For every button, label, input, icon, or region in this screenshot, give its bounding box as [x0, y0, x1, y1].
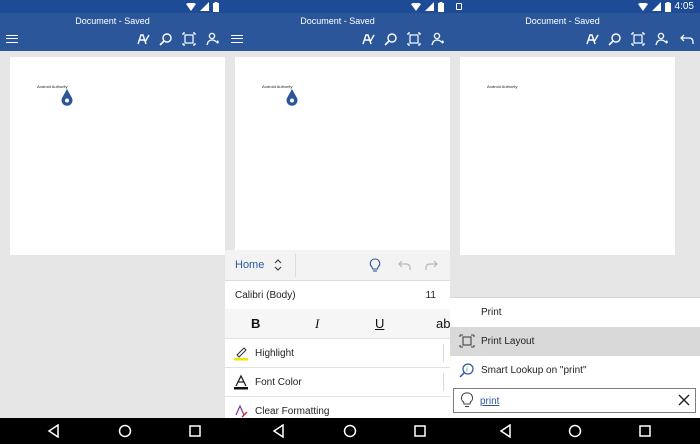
font-color-icon — [234, 374, 248, 390]
search-icon[interactable] — [158, 31, 174, 47]
edit-icon[interactable] — [360, 31, 376, 47]
wifi-icon — [186, 2, 196, 11]
edit-icon[interactable] — [584, 31, 600, 47]
notification-icon — [456, 3, 462, 10]
recents-icon[interactable] — [413, 424, 427, 438]
highlight-option[interactable]: Highlight — [225, 338, 450, 367]
layout-icon[interactable] — [406, 31, 422, 47]
document-page[interactable]: Android Authority — [235, 57, 450, 255]
signal-icon — [651, 2, 661, 11]
share-icon[interactable] — [205, 31, 221, 47]
document-title: Document - Saved — [525, 16, 600, 26]
clear-formatting-option[interactable]: Clear Formatting — [225, 396, 450, 418]
screen-3: 4:05 Document - Saved Android Authority … — [450, 0, 700, 418]
print-layout-icon — [459, 334, 475, 348]
bold-button[interactable]: B — [251, 316, 260, 331]
divider — [443, 344, 444, 362]
wifi-icon — [411, 2, 421, 11]
status-icons: 4:05 — [637, 1, 694, 12]
result-print-label: Print — [481, 307, 502, 318]
chevron-updown-icon[interactable] — [273, 258, 283, 272]
document-title: Document - Saved — [300, 16, 375, 26]
highlight-label: Highlight — [255, 348, 294, 359]
result-smart-lookup-label: Smart Lookup on "print" — [481, 365, 587, 376]
tell-me-input[interactable] — [480, 393, 640, 409]
share-icon[interactable] — [430, 31, 446, 47]
battery-icon — [438, 1, 444, 12]
font-row[interactable]: Calibri (Body) 11 — [225, 281, 450, 309]
home-icon[interactable] — [343, 424, 357, 438]
document-page[interactable]: Android Authority — [460, 57, 675, 255]
status-icons — [186, 1, 219, 12]
edit-icon[interactable] — [135, 31, 151, 47]
result-print[interactable]: Print — [450, 298, 700, 327]
signal-icon — [200, 2, 209, 11]
format-buttons-row: B I U ab — [225, 309, 450, 338]
clear-formatting-icon — [235, 404, 248, 418]
menu-icon[interactable] — [231, 35, 243, 43]
search-icon[interactable] — [383, 31, 399, 47]
result-smart-lookup[interactable]: i Smart Lookup on "print" — [450, 356, 700, 385]
android-nav-bar — [0, 418, 700, 444]
recents-icon[interactable] — [188, 424, 202, 438]
cursor-handle-icon[interactable] — [61, 89, 73, 107]
result-print-layout-label: Print Layout — [481, 336, 535, 347]
back-icon[interactable] — [499, 424, 513, 438]
status-icons — [411, 1, 444, 12]
font-color-label: Font Color — [255, 377, 302, 388]
close-icon[interactable] — [678, 394, 690, 406]
app-header: Document - Saved — [225, 13, 450, 51]
ribbon-tab-selector[interactable]: Home — [235, 259, 264, 271]
search-icon[interactable] — [607, 31, 623, 47]
layout-icon[interactable] — [181, 31, 197, 47]
home-icon[interactable] — [118, 424, 132, 438]
app-header: Document - Saved — [450, 13, 700, 51]
ribbon-header: Home — [225, 250, 450, 281]
italic-button[interactable]: I — [315, 316, 319, 332]
tell-me-search-box — [453, 388, 696, 413]
status-time: 4:05 — [674, 1, 694, 12]
result-print-layout[interactable]: Print Layout — [450, 327, 700, 356]
screen-1: Document - Saved Android Authority — [0, 0, 225, 418]
status-bar — [0, 0, 225, 13]
redo-icon[interactable] — [425, 259, 438, 271]
clear-formatting-label: Clear Formatting — [255, 406, 330, 417]
status-bar — [225, 0, 450, 13]
signal-icon — [425, 2, 434, 11]
wifi-icon — [637, 2, 648, 11]
document-title: Document - Saved — [75, 16, 150, 26]
svg-text:i: i — [466, 367, 468, 374]
status-bar: 4:05 — [450, 0, 700, 13]
document-page[interactable]: Android Authority — [10, 57, 225, 255]
back-icon[interactable] — [272, 424, 286, 438]
tell-me-dropdown: Print Print Layout i Smart Lookup on "pr… — [450, 297, 700, 418]
battery-icon — [213, 1, 219, 12]
font-name[interactable]: Calibri (Body) — [235, 290, 296, 301]
font-size[interactable]: 11 — [426, 290, 436, 301]
strikethrough-button[interactable]: ab — [436, 316, 450, 331]
undo-icon[interactable] — [679, 31, 695, 47]
document-body-text[interactable]: Android Authority — [487, 84, 517, 89]
share-icon[interactable] — [654, 31, 670, 47]
ribbon-pane: Home Calibri (Body) 11 B I U ab Highligh… — [225, 250, 450, 418]
back-icon[interactable] — [47, 424, 61, 438]
layout-icon[interactable] — [630, 31, 646, 47]
screen-2: Document - Saved Android Authority Home … — [225, 0, 450, 418]
app-header: Document - Saved — [0, 13, 225, 51]
cursor-handle-icon[interactable] — [286, 89, 298, 107]
menu-icon[interactable] — [6, 35, 18, 43]
underline-button[interactable]: U — [375, 316, 384, 331]
recents-icon[interactable] — [638, 424, 652, 438]
battery-icon — [664, 1, 671, 12]
font-color-option[interactable]: Font Color — [225, 367, 450, 396]
highlighter-icon — [234, 347, 248, 361]
divider — [443, 373, 444, 391]
divider — [295, 254, 296, 277]
undo-icon[interactable] — [398, 259, 411, 271]
smart-lookup-icon: i — [459, 363, 474, 378]
lightbulb-icon — [460, 392, 474, 408]
lightbulb-icon[interactable] — [369, 258, 381, 273]
home-icon[interactable] — [568, 424, 582, 438]
